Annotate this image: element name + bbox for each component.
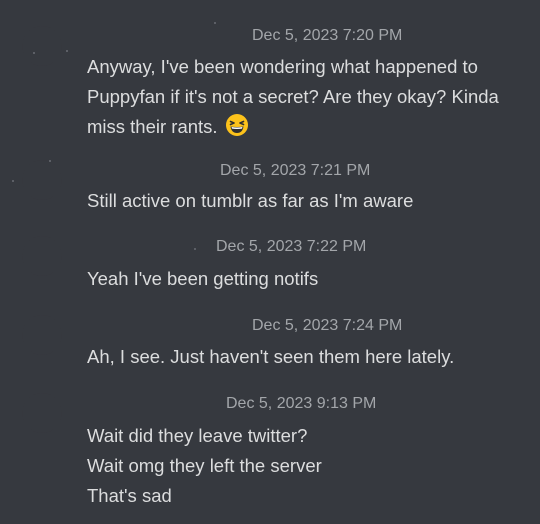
message-text: Still active on tumblr as far as I'm awa…: [87, 190, 414, 211]
redaction-artifact: [49, 160, 51, 162]
message-header: Dec 5, 2023 9:13 PM: [88, 394, 376, 414]
message-header: Dec 5, 2023 7:22 PM: [88, 237, 366, 257]
message-header: Dec 5, 2023 7:20 PM: [88, 26, 402, 46]
message-timestamp: Dec 5, 2023 7:24 PM: [252, 317, 403, 334]
message-text: Anyway, I've been wondering what happene…: [87, 56, 478, 77]
message-timestamp: Dec 5, 2023 9:13 PM: [226, 395, 377, 412]
grinning-squinting-face-icon[interactable]: [225, 113, 249, 137]
message-text: Wait did they leave twitter?: [87, 425, 308, 446]
redaction-artifact: [66, 50, 68, 52]
message-text-segment: miss their rants.: [87, 116, 218, 137]
avatar[interactable]: [22, 315, 62, 355]
message-text: Puppyfan if it's not a secret? Are they …: [87, 86, 499, 107]
message-header: Dec 5, 2023 7:24 PM: [88, 316, 402, 336]
avatar[interactable]: [22, 26, 62, 66]
redaction-artifact: [12, 180, 14, 182]
message-timestamp: Dec 5, 2023 7:22 PM: [216, 238, 367, 255]
message-text: Ah, I see. Just haven't seen them here l…: [87, 346, 455, 367]
avatar[interactable]: [22, 393, 62, 433]
message-header: Dec 5, 2023 7:21 PM: [88, 161, 370, 181]
message-timestamp: Dec 5, 2023 7:21 PM: [220, 162, 371, 179]
redaction-artifact: [194, 248, 196, 250]
redaction-artifact: [33, 52, 35, 54]
redaction-artifact: [214, 22, 216, 24]
message-timestamp: Dec 5, 2023 7:20 PM: [252, 27, 403, 44]
message-text: Wait omg they left the server: [87, 455, 322, 476]
chat-messages: Dec 5, 2023 7:20 PM Anyway, I've been wo…: [0, 0, 540, 524]
message-text: miss their rants.: [87, 112, 249, 142]
message-text: Yeah I've been getting notifs: [87, 268, 319, 289]
avatar[interactable]: [22, 160, 62, 200]
avatar[interactable]: [22, 236, 62, 276]
message-text: That's sad: [87, 485, 172, 506]
